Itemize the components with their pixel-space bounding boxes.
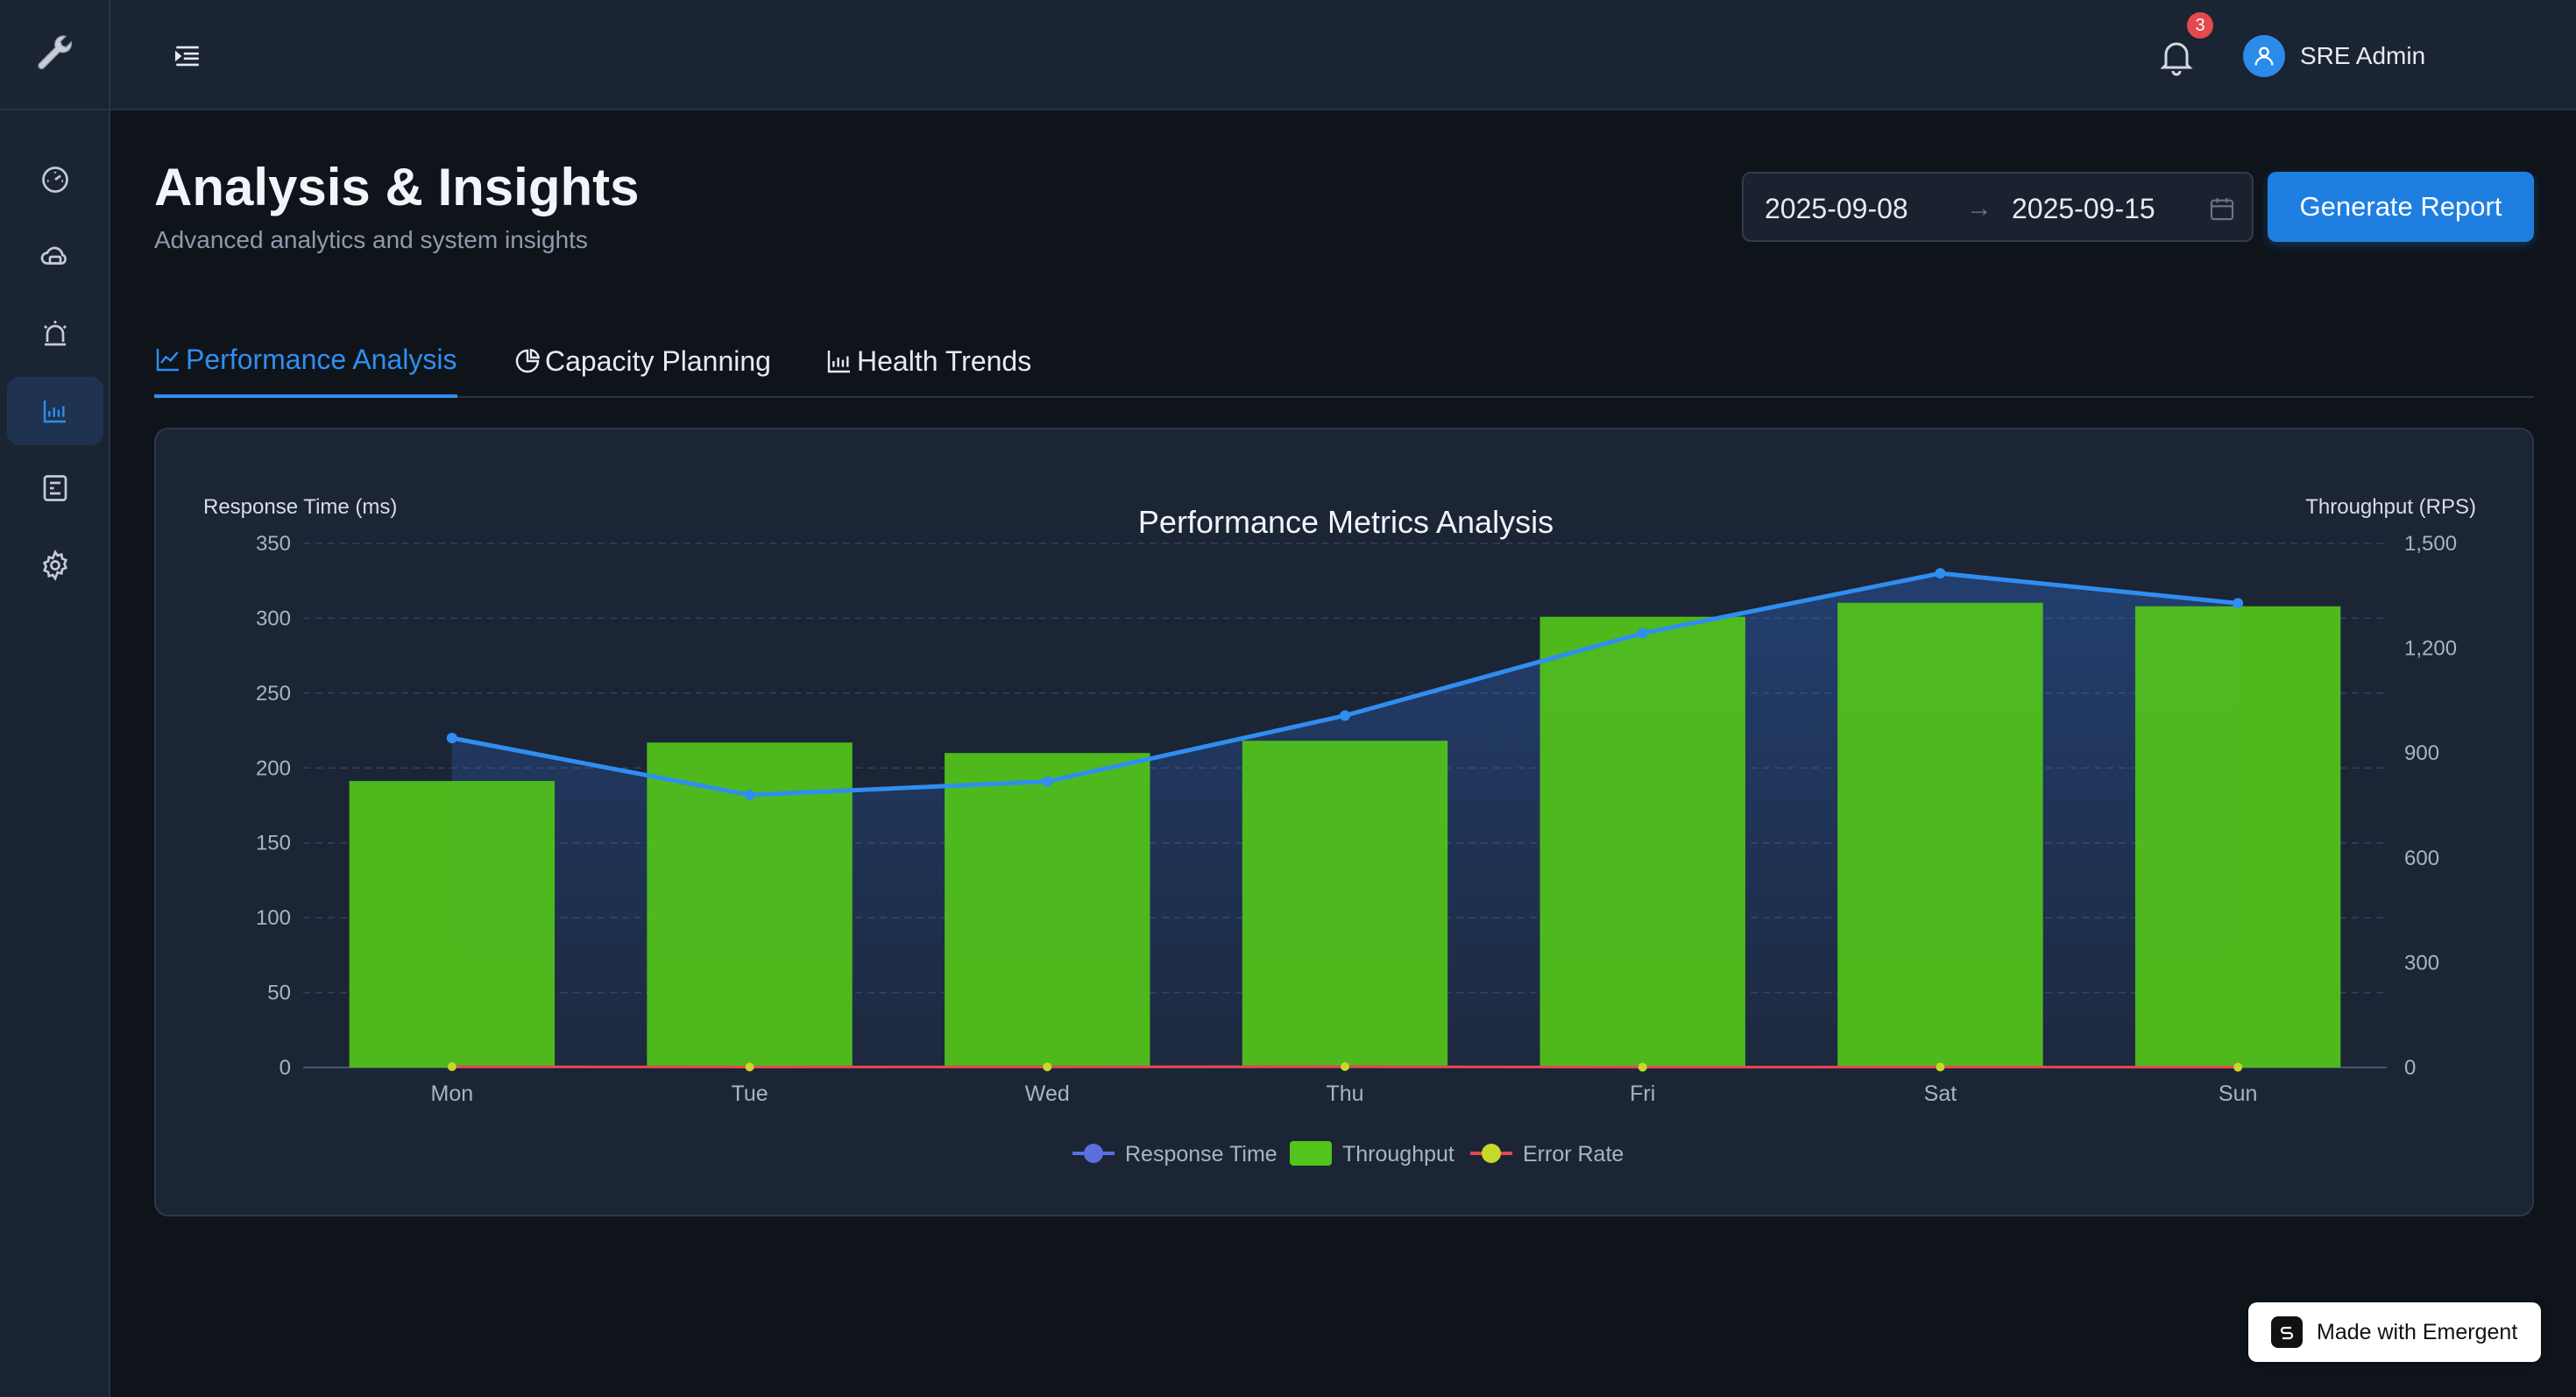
made-with-badge[interactable]: Made with Emergent — [2248, 1302, 2541, 1362]
y-tick-right: 1,500 — [2404, 532, 2457, 556]
sidebar-item-analysis[interactable] — [7, 377, 103, 445]
response-time-point — [2233, 598, 2244, 609]
response-time-point — [1042, 776, 1053, 787]
y-tick-right: 900 — [2404, 741, 2439, 765]
pie-chart-icon — [515, 348, 541, 373]
legend-throughput-label: Throughput — [1342, 1142, 1454, 1167]
chart-card: Performance Metrics Analysis Response Tim… — [154, 428, 2534, 1216]
notification-count-badge: 3 — [2187, 12, 2213, 39]
tab-performance-analysis[interactable]: Performance Analysis — [154, 324, 457, 398]
tab-label: Capacity Planning — [545, 344, 771, 377]
y-tick-left: 200 — [256, 756, 291, 780]
emergent-logo-icon — [2271, 1316, 2303, 1348]
response-time-point — [446, 733, 457, 744]
analysis-tabs: Performance Analysis Capacity Planning H… — [154, 324, 2534, 398]
y-tick-left: 250 — [256, 682, 291, 706]
bell-icon — [2160, 42, 2193, 76]
throughput-bar — [1837, 602, 2043, 1067]
x-tick-label: Wed — [1025, 1081, 1070, 1106]
line-chart-icon — [156, 349, 179, 372]
made-with-label: Made with Emergent — [2317, 1319, 2518, 1344]
y-tick-right: 600 — [2404, 847, 2439, 870]
legend-response-time-label: Response Time — [1125, 1142, 1277, 1167]
generate-report-button[interactable]: Generate Report — [2268, 172, 2534, 242]
error-rate-point — [1638, 1062, 1647, 1072]
date-range-arrow: → — [1966, 194, 1992, 223]
date-start-input[interactable]: 2025-09-08 — [1765, 191, 1908, 226]
tab-health-trends[interactable]: Health Trends — [825, 324, 1031, 398]
response-time-point — [1340, 710, 1350, 721]
date-range-picker[interactable]: 2025-09-08 → 2025-09-15 — [1742, 172, 2254, 242]
app-logo[interactable] — [0, 0, 110, 110]
y-axis-left-label: Response Time (ms) — [203, 495, 397, 519]
page-subtitle: Advanced analytics and system insights — [154, 226, 588, 253]
y-tick-left: 0 — [280, 1056, 291, 1080]
menu-toggle-button[interactable] — [170, 39, 205, 74]
response-time-point — [1637, 628, 1648, 639]
bar-chart-icon — [43, 401, 66, 423]
x-tick-label: Sun — [2219, 1081, 2257, 1106]
performance-chart: Performance Metrics Analysis Response Tim… — [203, 495, 2476, 1167]
alarm-siren-icon — [44, 321, 67, 346]
x-tick-label: Thu — [1326, 1081, 1363, 1106]
throughput-bar — [945, 753, 1150, 1067]
x-tick-label: Mon — [431, 1081, 474, 1106]
x-tick-label: Tue — [731, 1081, 768, 1106]
sidebar-item-settings[interactable] — [7, 531, 103, 599]
y-axis-right-label: Throughput (RPS) — [2305, 495, 2476, 519]
y-tick-left: 350 — [256, 532, 291, 556]
tab-label: Health Trends — [857, 344, 1032, 377]
legend-response-time-marker — [1084, 1144, 1103, 1163]
sidebar-item-reports[interactable] — [7, 454, 103, 522]
user-name[interactable]: SRE Admin — [2300, 39, 2425, 74]
y-tick-right: 300 — [2404, 951, 2439, 975]
y-tick-right: 1,200 — [2404, 637, 2457, 661]
sidebar — [0, 0, 110, 1397]
error-rate-point — [745, 1062, 754, 1072]
bar-chart-icon — [827, 351, 850, 373]
report-document-icon — [43, 475, 67, 501]
error-rate-point — [1936, 1062, 1945, 1072]
legend-throughput-marker — [1290, 1141, 1332, 1166]
x-tick-label: Fri — [1630, 1081, 1655, 1106]
page-title: Analysis & Insights — [154, 158, 640, 216]
y-tick-left: 150 — [256, 832, 291, 855]
y-tick-left: 100 — [256, 906, 291, 930]
date-end-input[interactable]: 2025-09-15 — [2012, 191, 2155, 226]
error-rate-point — [1043, 1062, 1052, 1072]
cloud-services-icon — [40, 246, 67, 265]
y-tick-left: 50 — [267, 982, 291, 1005]
throughput-bar — [1242, 741, 1448, 1067]
avatar[interactable] — [2243, 35, 2285, 77]
calendar-icon — [2210, 198, 2234, 221]
notifications-button[interactable] — [2155, 35, 2197, 77]
throughput-bar — [2134, 606, 2341, 1067]
legend-error-rate-label: Error Rate — [1523, 1142, 1624, 1167]
error-rate-point — [2233, 1062, 2243, 1072]
throughput-bar — [349, 781, 556, 1067]
error-rate-point — [447, 1062, 456, 1072]
response-time-point — [744, 790, 755, 801]
sidebar-item-dashboard[interactable] — [7, 145, 103, 214]
sidebar-item-alerts[interactable] — [7, 300, 103, 368]
y-tick-right: 0 — [2404, 1056, 2416, 1080]
wrench-icon — [38, 35, 73, 70]
gear-icon — [42, 550, 68, 581]
dashboard-gauge-icon — [42, 167, 68, 193]
error-rate-point — [1341, 1061, 1349, 1071]
legend-error-rate-marker — [1482, 1144, 1501, 1163]
tab-label: Performance Analysis — [186, 343, 457, 375]
x-tick-label: Sat — [1924, 1081, 1957, 1106]
y-tick-left: 300 — [256, 606, 291, 630]
chart-title: Performance Metrics Analysis — [1138, 504, 1553, 540]
tab-capacity-planning[interactable]: Capacity Planning — [513, 324, 771, 398]
menu-indent-icon — [174, 46, 199, 67]
response-time-point — [1935, 568, 1946, 579]
sidebar-item-services[interactable] — [7, 223, 103, 291]
throughput-bar — [1539, 616, 1745, 1067]
user-icon — [2254, 46, 2274, 66]
